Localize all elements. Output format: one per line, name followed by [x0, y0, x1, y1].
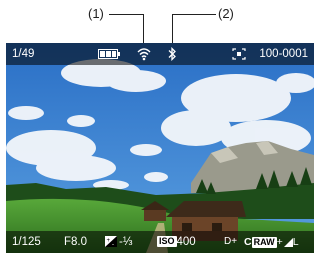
- svg-text:-: -: [112, 242, 114, 247]
- jpeg-quality-icon: [283, 237, 293, 247]
- protect-icon: [232, 48, 246, 60]
- iso-indicator: ISO 400: [157, 231, 196, 253]
- callout-line-1: [109, 14, 144, 15]
- raw-label: RAW: [251, 236, 277, 248]
- callout-label-1: (1): [88, 6, 104, 21]
- folder-file-number: 100-0001: [259, 48, 308, 60]
- callout-label-2: (2): [218, 6, 234, 21]
- bottom-info-bar: 1/125 F8.0 + - -⅓ ISO 400 D+ C RAW + L: [6, 231, 314, 253]
- highlight-tone-priority: D+: [224, 236, 238, 247]
- quality-plus: +: [276, 236, 283, 248]
- exposure-comp-value: -⅓: [119, 236, 133, 248]
- image-size-l: L: [292, 236, 299, 248]
- iso-value: 400: [176, 236, 196, 248]
- image-number: 1/49: [12, 48, 35, 60]
- shutter-speed: 1/125: [12, 236, 41, 248]
- callout-line-2: [172, 14, 216, 15]
- battery-icon: [98, 49, 120, 59]
- aperture: F8.0: [64, 236, 88, 248]
- wifi-icon: [137, 48, 151, 61]
- quality-c: C: [244, 236, 252, 248]
- camera-playback-screen: 1/49 100-0001 1/125 F8.0 + - -⅓ ISO 400 …: [6, 43, 314, 253]
- photo-landscape: [6, 43, 314, 253]
- image-quality: C RAW + L: [244, 231, 299, 253]
- bluetooth-icon: [168, 47, 176, 61]
- svg-text:+: +: [107, 238, 111, 244]
- callout-line-1-vertical: [143, 14, 144, 44]
- exposure-comp-icon: + -: [105, 236, 117, 247]
- callout-line-2-vertical: [172, 14, 173, 44]
- iso-label: ISO: [157, 236, 177, 248]
- top-info-bar: 1/49 100-0001: [6, 43, 314, 65]
